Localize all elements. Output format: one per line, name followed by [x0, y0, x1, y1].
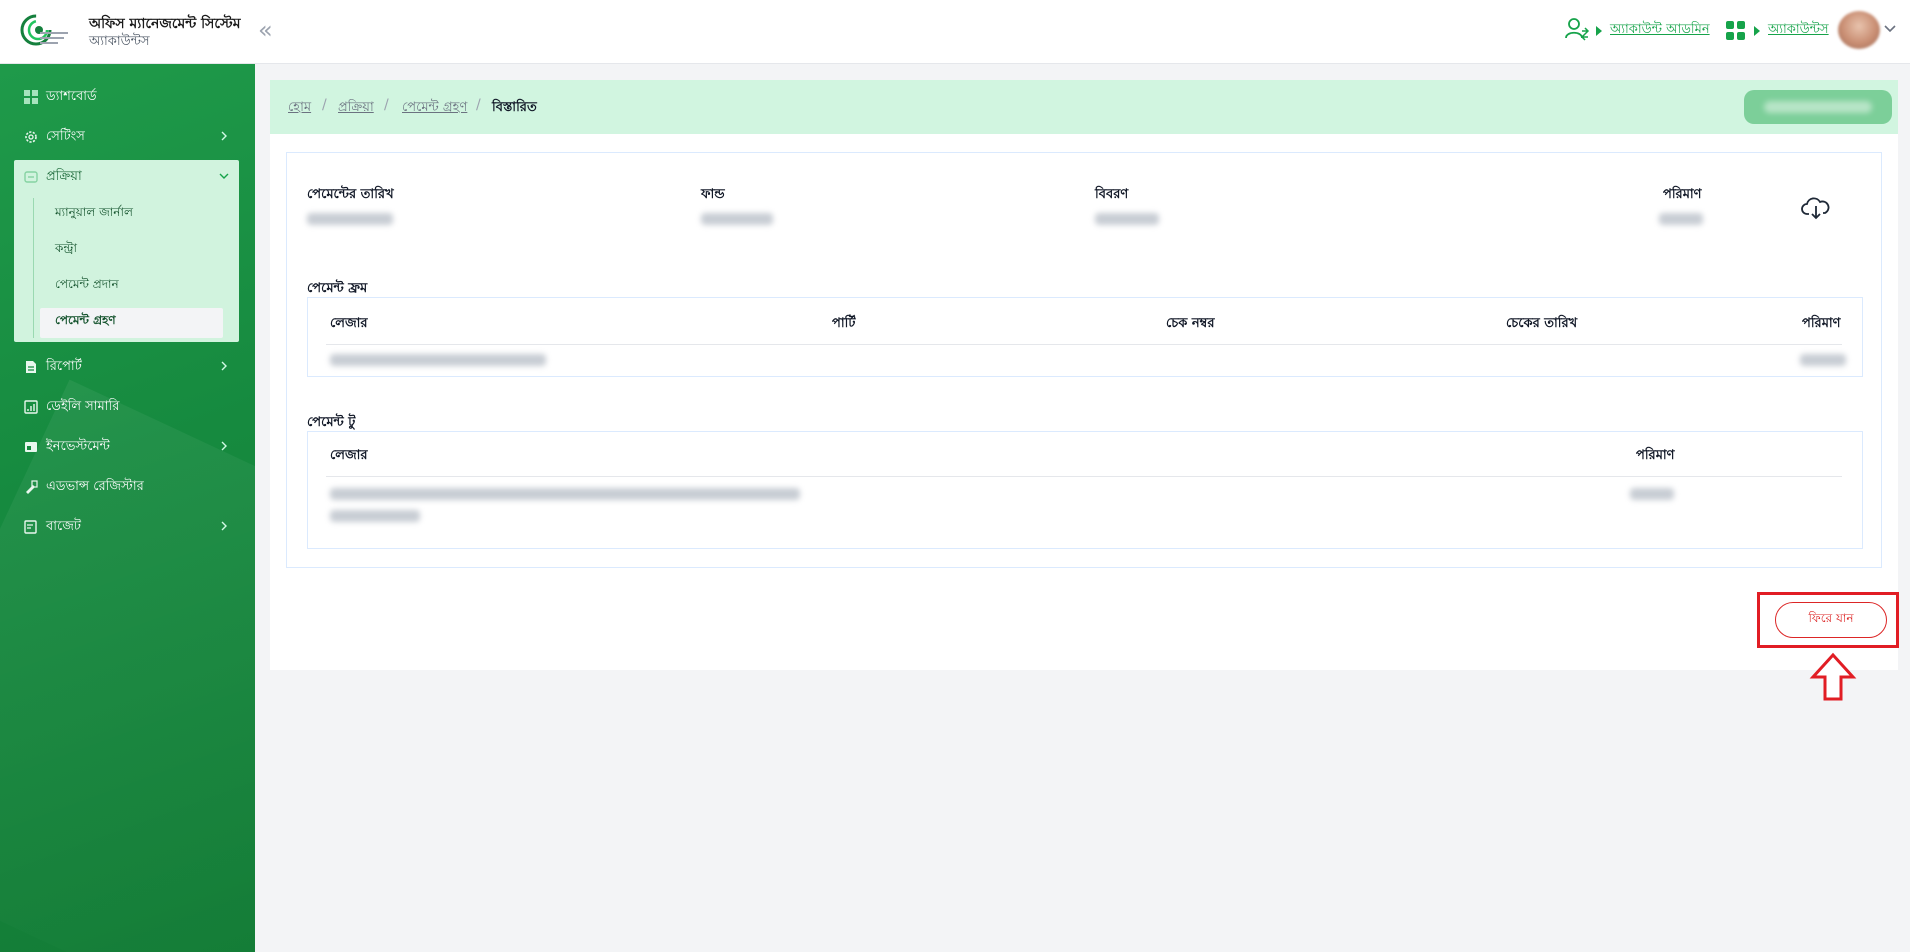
- amount-value-redacted: [1800, 354, 1846, 366]
- sidebar-item-settings[interactable]: সেটিংস: [14, 120, 239, 154]
- sidebar: ড্যাশবোর্ড সেটিংস প্রক্রিয়া ম্যানুয়াল …: [0, 64, 255, 952]
- breadcrumb-separator: /: [322, 97, 327, 113]
- table-divider: [326, 476, 1842, 477]
- accounts-module-link[interactable]: অ্যাকাউন্টস: [1768, 20, 1829, 41]
- sub-item-contra[interactable]: কন্ট্রা: [55, 240, 77, 260]
- dashboard-icon: [24, 90, 38, 104]
- amount-label: পরিমাণ: [1663, 187, 1702, 202]
- payment-to-table: লেজার পরিমাণ: [307, 431, 1863, 549]
- ledger-value-redacted: [330, 510, 420, 522]
- app-subtitle: অ্যাকাউন্টস: [89, 34, 150, 49]
- description-label: বিবরণ: [1095, 187, 1129, 202]
- ledger-value-redacted: [330, 354, 546, 366]
- ledger-value-redacted: [330, 488, 800, 500]
- sub-item-payment-received[interactable]: পেমেন্ট গ্রহণ: [55, 312, 116, 332]
- sidebar-item-advance-register[interactable]: এডভান্স রেজিস্টার: [14, 470, 239, 504]
- sidebar-item-label: এডভান্স রেজিস্টার: [46, 478, 144, 494]
- user-switch-icon: [1565, 18, 1590, 41]
- sidebar-item-budget[interactable]: বাজেট: [14, 510, 239, 544]
- summary-icon: [24, 400, 38, 414]
- chevron-down-icon: [219, 173, 229, 179]
- sidebar-item-label: রিপোর্ট: [46, 358, 82, 374]
- chevron-right-icon: [221, 361, 227, 371]
- role-caret-icon: [1596, 26, 1602, 36]
- chevron-down-icon[interactable]: [1884, 22, 1896, 34]
- gear-icon: [25, 131, 37, 143]
- payment-date-value-redacted: [307, 213, 393, 225]
- sidebar-item-label: ইনভেস্টমেন্ট: [46, 438, 110, 454]
- table-divider: [326, 344, 1842, 345]
- breadcrumb: হোম / প্রক্রিয়া / পেমেন্ট গ্রহণ / বিস্ত…: [270, 80, 1898, 134]
- description-value-redacted: [1095, 213, 1159, 225]
- column-header: পার্টি: [832, 316, 856, 331]
- payment-from-table: লেজার পার্টি চেক নম্বর চেকের তারিখ পরিমা…: [307, 297, 1863, 377]
- sidebar-item-label: ডেইলি সামারি: [46, 398, 120, 414]
- sub-item-manual-journal[interactable]: ম্যানুয়াল জার্নাল: [55, 204, 133, 224]
- column-header: পরিমাণ: [1802, 316, 1841, 331]
- process-icon: [24, 171, 38, 183]
- column-header: চেক নম্বর: [1166, 316, 1215, 331]
- column-header: লেজার: [330, 316, 368, 331]
- amount-value-redacted: [1659, 213, 1703, 225]
- report-icon: [26, 361, 36, 373]
- module-caret-icon: [1754, 26, 1760, 36]
- top-header: অফিস ম্যানেজমেন্ট সিস্টেম অ্যাকাউন্টস « …: [0, 0, 1910, 64]
- sidebar-item-dashboard[interactable]: ড্যাশবোর্ড: [14, 80, 239, 114]
- breadcrumb-home[interactable]: হোম: [288, 98, 311, 119]
- column-header: চেকের তারিখ: [1506, 316, 1578, 331]
- sidebar-item-investment[interactable]: ইনভেস্টমেন্ট: [14, 430, 239, 464]
- sidebar-item-label: প্রক্রিয়া: [46, 168, 82, 184]
- sidebar-item-report[interactable]: রিপোর্ট: [14, 350, 239, 384]
- breadcrumb-separator: /: [384, 97, 389, 113]
- sidebar-item-label: বাজেট: [46, 518, 81, 534]
- breadcrumb-payment-received[interactable]: পেমেন্ট গ্রহণ: [402, 98, 467, 119]
- back-button[interactable]: ফিরে যান: [1775, 602, 1887, 638]
- amount-value-redacted: [1630, 488, 1674, 500]
- breadcrumb-current: বিস্তারিত: [492, 100, 537, 115]
- fund-label: ফান্ড: [701, 187, 725, 202]
- payment-detail-box: পেমেন্টের তারিখ ফান্ড বিবরণ পরিমাণ পেমেন…: [286, 152, 1882, 568]
- arrow-up-icon: [1809, 652, 1857, 701]
- breadcrumb-separator: /: [476, 97, 481, 113]
- sidebar-item-daily-summary[interactable]: ডেইলি সামারি: [14, 390, 239, 424]
- sub-item-payment-given[interactable]: পেমেন্ট প্রদান: [55, 276, 119, 296]
- detail-card: হোম / প্রক্রিয়া / পেমেন্ট গ্রহণ / বিস্ত…: [270, 80, 1898, 670]
- logo-icon: [20, 14, 68, 46]
- budget-icon: [24, 520, 37, 534]
- payment-date-label: পেমেন্টের তারিখ: [307, 187, 394, 202]
- sidebar-item-process[interactable]: প্রক্রিয়া: [14, 160, 239, 194]
- register-icon: [26, 480, 38, 494]
- submenu-guide-line: [33, 198, 34, 338]
- column-header: লেজার: [330, 448, 368, 463]
- column-header: পরিমাণ: [1636, 448, 1675, 463]
- sidebar-item-label: সেটিংস: [46, 128, 85, 144]
- apps-grid-icon: [1726, 21, 1745, 40]
- breadcrumb-process[interactable]: প্রক্রিয়া: [338, 98, 374, 119]
- sidebar-item-label: ড্যাশবোর্ড: [46, 88, 97, 104]
- sidebar-collapse-icon[interactable]: «: [258, 16, 273, 44]
- cloud-download-icon[interactable]: [1801, 195, 1831, 221]
- investment-icon: [25, 442, 37, 452]
- chevron-right-icon: [221, 521, 227, 531]
- account-admin-link[interactable]: অ্যাকাউন্ট আডমিন: [1610, 20, 1710, 41]
- chevron-right-icon: [221, 131, 227, 141]
- blurred-action-pill[interactable]: [1744, 90, 1892, 124]
- avatar[interactable]: [1838, 11, 1880, 49]
- chevron-right-icon: [221, 441, 227, 451]
- fund-value-redacted: [701, 213, 773, 225]
